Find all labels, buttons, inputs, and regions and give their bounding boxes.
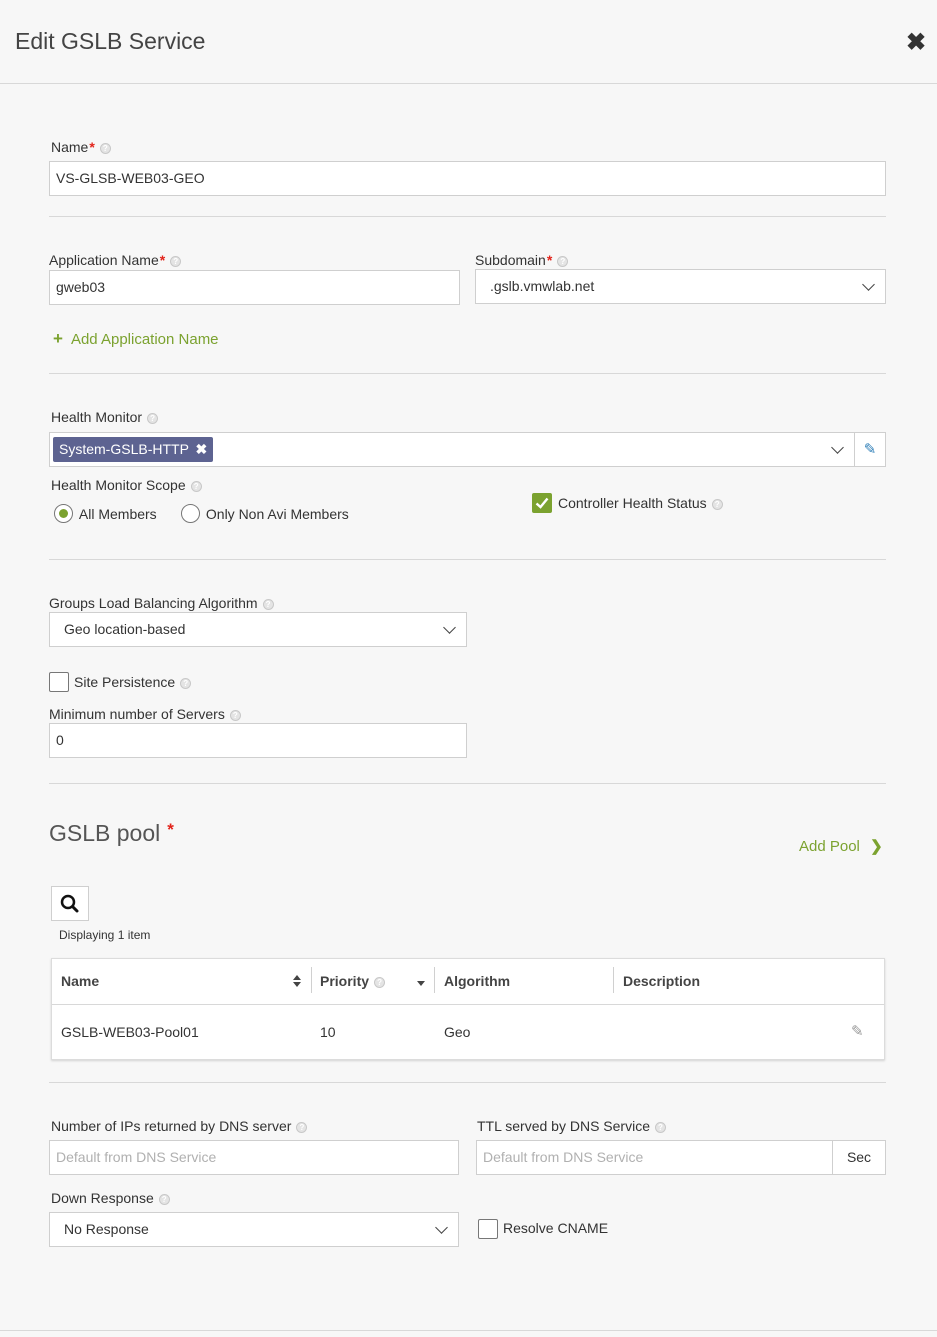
remove-tag-icon[interactable]: ✖ xyxy=(196,441,208,457)
application-name-label: Application Name*? xyxy=(49,252,182,268)
radio-selected[interactable] xyxy=(54,504,73,523)
add-pool-label: Add Pool xyxy=(799,838,860,855)
chevron-down-icon xyxy=(443,621,456,634)
table-row[interactable]: GSLB-WEB03-Pool01 10 Geo ✎ xyxy=(52,1005,884,1059)
column-separator xyxy=(613,967,614,993)
health-monitor-tag-label: System-GSLB-HTTP xyxy=(59,441,189,457)
gslb-pool-title: GSLB pool * xyxy=(49,820,174,846)
add-application-name-button[interactable]: + Add Application Name xyxy=(53,329,219,349)
displaying-count: Displaying 1 item xyxy=(59,928,151,942)
min-servers-input[interactable]: 0 xyxy=(49,723,467,758)
resolve-cname-checkbox[interactable] xyxy=(478,1219,498,1239)
help-icon[interactable]: ? xyxy=(170,255,182,267)
controller-health-checkbox[interactable] xyxy=(532,493,552,513)
check-icon xyxy=(535,497,549,509)
health-monitor-tag: System-GSLB-HTTP ✖ xyxy=(53,437,214,462)
divider xyxy=(49,216,886,217)
health-monitor-label: Health Monitor? xyxy=(51,409,159,425)
chevron-down-icon xyxy=(862,278,875,291)
search-button[interactable] xyxy=(51,886,89,921)
priority-header-label: Priority xyxy=(320,973,370,989)
pencil-icon[interactable]: ✎ xyxy=(851,1022,864,1040)
scope-option-non-avi[interactable]: Only Non Avi Members xyxy=(181,504,349,523)
site-persistence-checkbox[interactable] xyxy=(49,672,69,692)
pool-algorithm-cell: Geo xyxy=(444,1024,471,1040)
down-response-value: No Response xyxy=(64,1221,149,1237)
application-name-input[interactable]: gweb03 xyxy=(49,270,460,305)
column-header-algorithm[interactable]: Algorithm xyxy=(444,973,510,989)
scope-option-label: All Members xyxy=(78,505,157,522)
help-icon[interactable]: ? xyxy=(374,976,386,988)
ttl-input[interactable]: Default from DNS Service xyxy=(476,1140,833,1175)
help-icon[interactable]: ? xyxy=(654,1121,666,1133)
ttl-label: TTL served by DNS Service? xyxy=(477,1118,666,1134)
chevron-right-icon: ❯ xyxy=(870,838,883,855)
down-response-label: Down Response? xyxy=(51,1190,170,1206)
sort-icon[interactable] xyxy=(292,974,302,988)
dns-ips-label: Number of IPs returned by DNS server? xyxy=(51,1118,308,1134)
chevron-down-icon xyxy=(435,1221,448,1234)
help-icon[interactable]: ? xyxy=(147,412,159,424)
radio-unselected[interactable] xyxy=(181,504,200,523)
ttl-unit: Sec xyxy=(832,1140,886,1175)
sort-down-icon[interactable] xyxy=(416,980,426,988)
close-icon[interactable]: ✖ xyxy=(906,28,926,57)
health-monitor-scope-label: Health Monitor Scope? xyxy=(51,477,202,493)
site-persistence-label: Site Persistence? xyxy=(74,674,192,690)
divider xyxy=(49,1082,886,1083)
scope-option-all-members[interactable]: All Members xyxy=(54,504,157,523)
column-separator xyxy=(434,967,435,993)
help-icon[interactable]: ? xyxy=(711,498,723,510)
help-icon[interactable]: ? xyxy=(190,480,202,492)
chevron-down-icon xyxy=(831,441,844,454)
subdomain-label: Subdomain*? xyxy=(475,252,569,268)
column-header-description[interactable]: Description xyxy=(623,973,700,989)
search-icon xyxy=(60,894,79,913)
footer-divider xyxy=(0,1330,937,1331)
help-icon[interactable]: ? xyxy=(557,255,569,267)
pool-priority-cell: 10 xyxy=(320,1024,336,1040)
help-icon[interactable]: ? xyxy=(296,1121,308,1133)
pencil-icon: ✎ xyxy=(863,441,877,458)
down-response-select[interactable]: No Response xyxy=(49,1212,459,1247)
pool-table: Name Priority? Algorithm Description GSL… xyxy=(51,958,885,1060)
pool-name-cell: GSLB-WEB03-Pool01 xyxy=(61,1024,199,1040)
help-icon[interactable]: ? xyxy=(180,677,192,689)
subdomain-value: .gslb.vmwlab.net xyxy=(490,278,595,294)
health-monitor-select[interactable]: System-GSLB-HTTP ✖ xyxy=(49,432,855,467)
edit-health-monitor-button[interactable]: ✎ xyxy=(854,432,886,467)
divider xyxy=(49,559,886,560)
modal-title: Edit GSLB Service xyxy=(15,28,206,54)
help-icon[interactable]: ? xyxy=(262,598,274,610)
min-servers-label: Minimum number of Servers? xyxy=(49,706,241,722)
algorithm-value: Geo location-based xyxy=(64,621,186,637)
resolve-cname-label: Resolve CNAME xyxy=(503,1220,609,1236)
scope-option-label: Only Non Avi Members xyxy=(205,505,349,522)
help-icon[interactable]: ? xyxy=(158,1193,170,1205)
controller-health-label: Controller Health Status? xyxy=(558,495,723,511)
subdomain-select[interactable]: .gslb.vmwlab.net xyxy=(475,269,886,304)
help-icon[interactable]: ? xyxy=(229,709,241,721)
add-pool-button[interactable]: Add Pool ❯ xyxy=(799,837,883,855)
help-icon[interactable]: ? xyxy=(99,142,111,154)
divider xyxy=(49,783,886,784)
algorithm-select[interactable]: Geo location-based xyxy=(49,612,467,647)
plus-icon: + xyxy=(53,329,63,348)
add-application-name-label: Add Application Name xyxy=(70,331,219,348)
column-header-priority[interactable]: Priority? xyxy=(320,973,386,989)
name-input[interactable]: VS-GLSB-WEB03-GEO xyxy=(49,161,886,196)
column-header-name[interactable]: Name xyxy=(61,973,99,989)
column-separator xyxy=(311,967,312,993)
algorithm-label: Groups Load Balancing Algorithm? xyxy=(49,595,274,611)
divider xyxy=(49,373,886,374)
dns-ips-input[interactable]: Default from DNS Service xyxy=(49,1140,459,1175)
name-label: Name*? xyxy=(51,139,111,155)
